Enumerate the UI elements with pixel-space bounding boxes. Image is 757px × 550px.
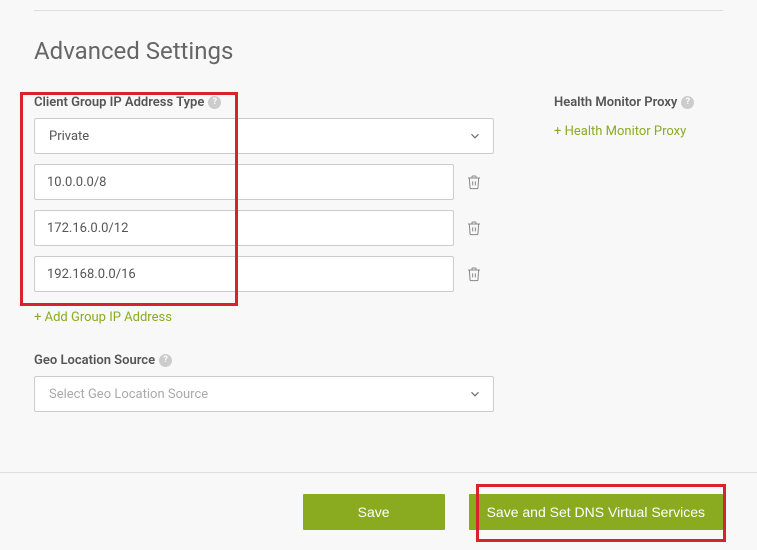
top-divider [34,10,723,11]
health-label: Health Monitor Proxy ? [554,95,723,110]
save-set-dns-button[interactable]: Save and Set DNS Virtual Services [469,494,723,530]
ip-row: 172.16.0.0/12 [34,210,514,246]
chevron-down-icon [468,387,482,401]
select-placeholder: Select Geo Location Source [49,387,208,402]
geo-label: Geo Location Source ? [34,353,514,368]
help-icon[interactable]: ? [208,96,221,109]
chevron-down-icon [468,129,482,143]
client-group-type-select[interactable]: Private [34,118,494,154]
help-icon[interactable]: ? [159,354,172,367]
ip-input[interactable]: 192.168.0.0/16 [34,256,454,292]
add-group-ip-link[interactable]: + Add Group IP Address [34,310,514,325]
ip-row: 192.168.0.0/16 [34,256,514,292]
ip-row: 10.0.0.0/8 [34,164,514,200]
client-group-label: Client Group IP Address Type ? [34,95,514,110]
page-heading: Advanced Settings [34,37,723,65]
trash-icon[interactable] [466,219,482,237]
help-icon[interactable]: ? [681,96,694,109]
geo-select[interactable]: Select Geo Location Source [34,376,494,412]
ip-input[interactable]: 172.16.0.0/12 [34,210,454,246]
trash-icon[interactable] [466,173,482,191]
footer-bar: Save Save and Set DNS Virtual Services [0,472,757,550]
trash-icon[interactable] [466,265,482,283]
add-health-proxy-link[interactable]: + Health Monitor Proxy [554,124,723,139]
save-button[interactable]: Save [303,494,445,530]
ip-input[interactable]: 10.0.0.0/8 [34,164,454,200]
select-value: Private [49,129,89,144]
